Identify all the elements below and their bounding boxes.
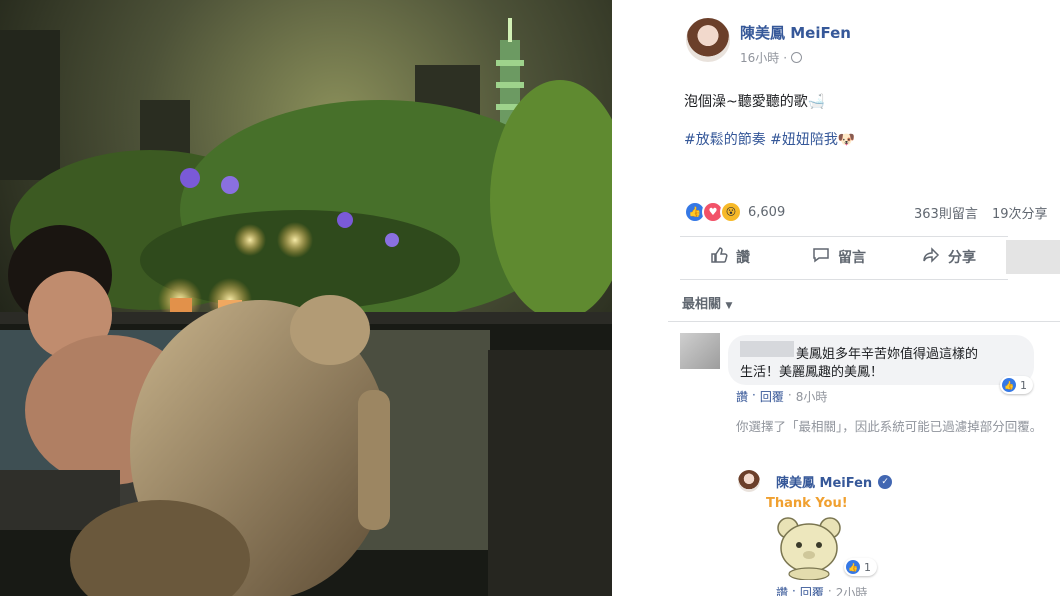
pane-divider bbox=[612, 0, 668, 596]
post-hashtags[interactable]: #放鬆的節奏 #妞妞陪我🐶 bbox=[684, 129, 855, 149]
wow-reaction-icon: 😮 bbox=[720, 201, 742, 223]
comment-like-count[interactable]: 👍 1 bbox=[1000, 376, 1033, 394]
post-text: 泡個澡~聽愛聽的歌🛁 bbox=[684, 94, 826, 110]
comment-like-number: 1 bbox=[1020, 378, 1027, 392]
photo-artwork bbox=[0, 0, 612, 596]
reply-author-name[interactable]: 陳美鳳 MeiFen bbox=[776, 472, 872, 491]
comment-time[interactable]: 8小時 bbox=[796, 388, 828, 405]
post-time[interactable]: 16小時 bbox=[740, 49, 779, 66]
reply-author-row: 陳美鳳 MeiFen ✓ bbox=[776, 472, 893, 491]
filter-notice: 你選擇了「最相關」，因此系統可能已過濾掉部分回覆。 bbox=[736, 419, 1043, 434]
separator-dot: · bbox=[827, 584, 832, 596]
author-name[interactable]: 陳美鳳 MeiFen bbox=[740, 22, 851, 43]
commenter-avatar[interactable] bbox=[680, 333, 720, 369]
divider-bottom bbox=[680, 279, 1008, 280]
globe-icon[interactable] bbox=[791, 52, 803, 63]
sticker-text: Thank You! bbox=[766, 496, 848, 511]
post-meta: 16小時 · bbox=[740, 49, 803, 66]
comment-reply-link[interactable]: 回覆 bbox=[760, 388, 784, 405]
reaction-count: 6,609 bbox=[748, 204, 786, 220]
reaction-summary[interactable]: 👍 ♥ 😮 6,609 bbox=[684, 201, 785, 223]
comments-count[interactable]: 363則留言 bbox=[914, 203, 978, 222]
reply-author-avatar[interactable] bbox=[738, 470, 760, 492]
like-reaction-icon: 👍 bbox=[1002, 378, 1016, 392]
caret-down-icon: ▼ bbox=[725, 301, 733, 311]
post-panel: 陳美鳳 MeiFen 16小時 · 泡個澡~聽愛聽的歌🛁 #放鬆的節奏 #妞妞陪… bbox=[668, 0, 1060, 596]
share-arrow-icon bbox=[922, 246, 940, 268]
comment-actions: 讚 · 回覆 · 8小時 bbox=[736, 388, 827, 405]
share-label: 分享 bbox=[948, 250, 976, 266]
reply-time[interactable]: 2小時 bbox=[836, 584, 868, 596]
reply-like-count[interactable]: 👍 1 bbox=[844, 558, 877, 576]
comment-filter-dropdown[interactable]: 最相關 ▼ bbox=[682, 293, 732, 312]
bear-sticker-image bbox=[777, 517, 841, 580]
reply-like-number: 1 bbox=[864, 560, 871, 574]
comment-text-line1: 美鳳姐多年辛苦妳值得過這樣的 bbox=[796, 347, 979, 362]
comment-like-link[interactable]: 讚 bbox=[736, 388, 748, 405]
share-button[interactable]: 分享 bbox=[922, 246, 976, 268]
like-label: 讚 bbox=[736, 250, 750, 266]
blurred-element bbox=[1006, 240, 1060, 274]
reply-like-link[interactable]: 讚 bbox=[776, 584, 788, 596]
reply-actions: 讚 · 回覆 · 2小時 bbox=[776, 584, 867, 596]
author-avatar[interactable] bbox=[686, 18, 730, 62]
post-photo[interactable] bbox=[0, 0, 612, 596]
comment-bubble: 美鳳姐多年辛苦妳值得過這樣的 生活！美麗鳳趣的美鳳！ bbox=[728, 335, 1034, 385]
separator-dot: · bbox=[792, 584, 796, 596]
thumbs-up-icon bbox=[710, 246, 728, 268]
reply-reply-link[interactable]: 回覆 bbox=[800, 584, 824, 596]
separator-dot: · bbox=[752, 388, 756, 402]
filter-label: 最相關 bbox=[682, 297, 722, 312]
shares-count[interactable]: 19次分享 bbox=[992, 203, 1048, 222]
thank-you-sticker: Thank You! bbox=[766, 496, 852, 584]
speech-bubble-icon bbox=[812, 246, 830, 268]
verified-badge-icon: ✓ bbox=[878, 474, 893, 489]
like-reaction-icon: 👍 bbox=[846, 560, 860, 574]
comment-button[interactable]: 留言 bbox=[812, 246, 866, 268]
commenter-name-blurred[interactable] bbox=[740, 341, 794, 357]
divider-top bbox=[680, 236, 1008, 237]
separator-dot: · bbox=[787, 388, 792, 402]
divider-comments bbox=[668, 321, 1060, 322]
comment-label: 留言 bbox=[838, 250, 866, 266]
like-button[interactable]: 讚 bbox=[710, 246, 750, 268]
separator-dot: · bbox=[783, 50, 788, 65]
comment-text-line2: 生活！美麗鳳趣的美鳳！ bbox=[740, 365, 884, 380]
